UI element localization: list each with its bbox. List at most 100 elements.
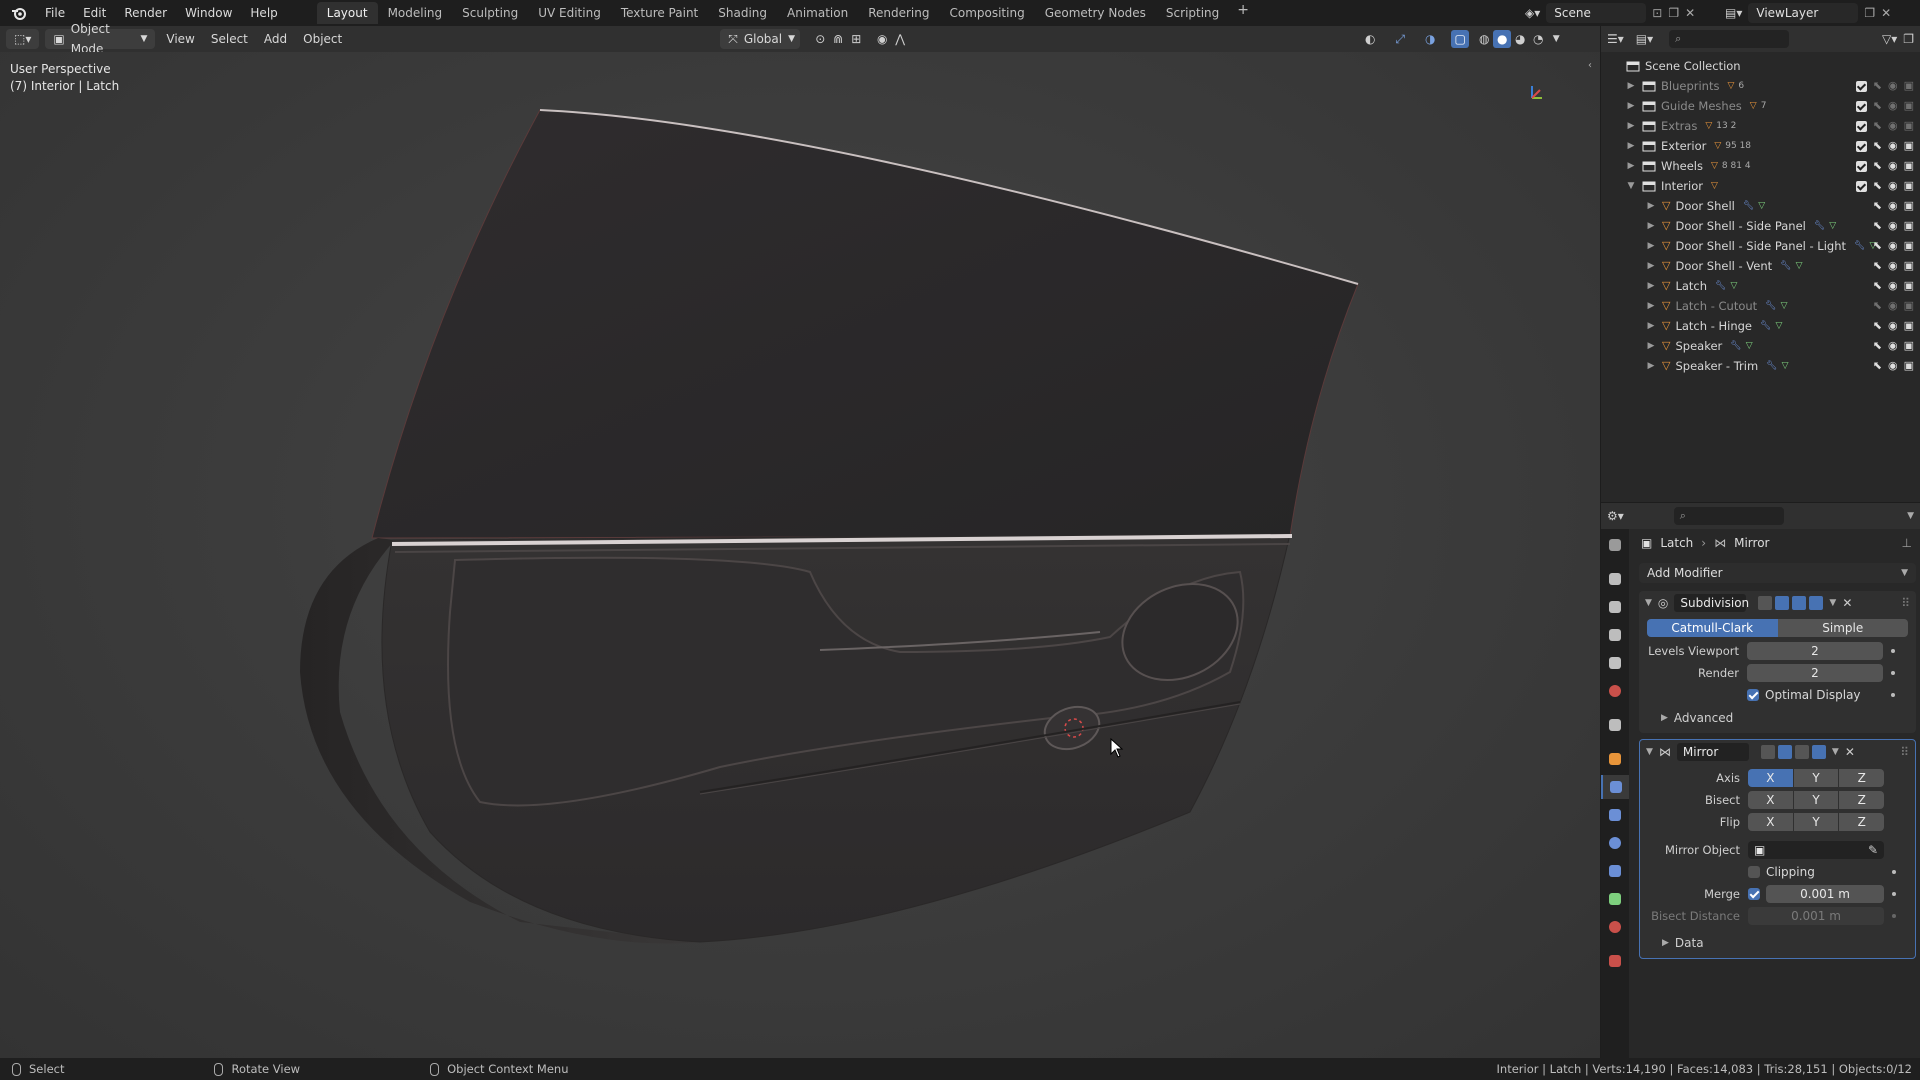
tab-layout[interactable]: Layout xyxy=(316,2,378,24)
selectable-icon[interactable]: ⬉ xyxy=(1873,176,1882,196)
shading-material-icon[interactable]: ◕ xyxy=(1511,30,1529,48)
tab-constraints-icon[interactable] xyxy=(1601,859,1629,883)
chevron-right-icon[interactable]: ▶ xyxy=(1645,256,1657,276)
chevron-right-icon[interactable]: ▶ xyxy=(1645,296,1657,316)
tab-view-layer-icon[interactable] xyxy=(1601,623,1629,647)
selectable-icon[interactable]: ⬉ xyxy=(1873,156,1882,176)
chevron-right-icon[interactable]: ▶ xyxy=(1625,96,1637,116)
chevron-down-icon[interactable]: ▼ xyxy=(1625,176,1637,196)
camera-icon[interactable]: ▣ xyxy=(1904,296,1914,316)
camera-icon[interactable]: ▣ xyxy=(1904,256,1914,276)
data-subpanel[interactable]: ▶ Data xyxy=(1640,932,1915,954)
tab-rendering[interactable]: Rendering xyxy=(858,2,939,24)
subdivision-name-field[interactable]: Subdivision xyxy=(1674,594,1749,612)
outliner-object-row[interactable]: ▶ ▽ Latch - Cutout 🔧︎ ▽ ⬉ ◉ ▣ xyxy=(1601,296,1920,316)
outliner-collection-row[interactable]: ▶ Extras ▽ 13 2 ⬉ ◉ ▣ xyxy=(1601,116,1920,136)
keyframe-dot-icon[interactable] xyxy=(1891,671,1895,675)
tab-material-icon[interactable] xyxy=(1601,915,1629,939)
filter-icon[interactable]: ▽▾ xyxy=(1882,32,1897,46)
delete-view-layer-icon[interactable]: ✕ xyxy=(1881,6,1891,20)
chevron-right-icon[interactable]: ▶ xyxy=(1645,276,1657,296)
proportional-edit-icon[interactable]: ◉ xyxy=(873,30,891,48)
camera-icon[interactable]: ▣ xyxy=(1904,216,1914,236)
keyframe-dot-icon[interactable] xyxy=(1891,693,1895,697)
new-collection-icon[interactable]: ❐ xyxy=(1903,32,1914,46)
menu-add[interactable]: Add xyxy=(256,29,295,49)
close-icon[interactable]: ✕ xyxy=(1842,596,1852,610)
sidebar-toggle-icon[interactable]: ‹ xyxy=(1588,60,1592,71)
editor-type-dropdown[interactable]: ⬚▾ xyxy=(6,29,40,49)
falloff-icon[interactable]: ⋀ xyxy=(891,30,909,48)
drag-handle-icon[interactable]: ⠿ xyxy=(1901,596,1910,610)
eye-icon[interactable]: ◉ xyxy=(1888,176,1898,196)
mode-dropdown[interactable]: ▣ Object Mode ▼ xyxy=(45,22,156,56)
exclude-checkbox[interactable] xyxy=(1855,120,1867,132)
selectable-icon[interactable]: ⬉ xyxy=(1873,296,1882,316)
camera-icon[interactable]: ▣ xyxy=(1904,116,1914,136)
collapse-chevron-icon[interactable]: ▼ xyxy=(1645,598,1652,608)
flip-x-toggle[interactable]: X xyxy=(1748,813,1793,831)
scene-name-field[interactable]: Scene xyxy=(1546,3,1647,23)
display-mode-icon[interactable]: ▤▾ xyxy=(1636,32,1653,46)
eye-icon[interactable]: ◉ xyxy=(1888,236,1898,256)
tab-output-icon[interactable] xyxy=(1601,595,1629,619)
camera-icon[interactable]: ▣ xyxy=(1904,176,1914,196)
edit-mode-icon[interactable] xyxy=(1775,596,1790,610)
gizmo-toggle-icon[interactable]: ⤢ xyxy=(1391,30,1409,48)
outliner-object-row[interactable]: ▶ ▽ Door Shell - Side Panel 🔧︎ ▽ ⬉ ◉ ▣ xyxy=(1601,216,1920,236)
outliner-object-row[interactable]: ▶ ▽ Door Shell - Side Panel - Light 🔧︎ ▽ ⬉ ◉ ▣ xyxy=(1601,236,1920,256)
exclude-checkbox[interactable] xyxy=(1855,180,1867,192)
exclude-checkbox[interactable] xyxy=(1855,140,1867,152)
bisect-y-toggle[interactable]: Y xyxy=(1793,791,1839,809)
eye-icon[interactable]: ◉ xyxy=(1888,356,1898,376)
view-layer-name-field[interactable]: ViewLayer xyxy=(1748,3,1859,23)
outliner-object-row[interactable]: ▶ ▽ Latch 🔧︎ ▽ ⬉ ◉ ▣ xyxy=(1601,276,1920,296)
merge-checkbox[interactable] xyxy=(1748,888,1760,900)
chevron-right-icon[interactable]: ▶ xyxy=(1625,136,1637,156)
tab-texture-icon[interactable] xyxy=(1601,949,1629,973)
outliner-object-row[interactable]: ▶ ▽ Door Shell - Vent 🔧︎ ▽ ⬉ ◉ ▣ xyxy=(1601,256,1920,276)
edit-mode-icon[interactable] xyxy=(1777,745,1792,759)
eye-icon[interactable]: ◉ xyxy=(1888,76,1898,96)
bisect-z-toggle[interactable]: Z xyxy=(1839,791,1885,809)
3d-viewport[interactable]: User Perspective (7) Interior | Latch ‹ xyxy=(0,52,1600,1058)
bisect-x-toggle[interactable]: X xyxy=(1748,791,1793,809)
outliner-object-row[interactable]: ▶ ▽ Door Shell 🔧︎ ▽ ⬉ ◉ ▣ xyxy=(1601,196,1920,216)
menu-select[interactable]: Select xyxy=(203,29,256,49)
eye-icon[interactable]: ◉ xyxy=(1888,216,1898,236)
camera-icon[interactable]: ▣ xyxy=(1904,336,1914,356)
tab-render-icon[interactable] xyxy=(1601,567,1629,591)
camera-icon[interactable]: ▣ xyxy=(1904,196,1914,216)
clipping-checkbox[interactable] xyxy=(1748,866,1760,878)
camera-icon[interactable]: ▣ xyxy=(1904,136,1914,156)
xray-toggle-icon[interactable]: ▢ xyxy=(1451,30,1470,48)
exclude-checkbox[interactable] xyxy=(1855,80,1867,92)
render-levels-field[interactable]: 2 xyxy=(1747,664,1883,682)
outliner-collection-row[interactable]: ▶ Guide Meshes ▽ 7 ⬉ ◉ ▣ xyxy=(1601,96,1920,116)
exclude-checkbox[interactable] xyxy=(1855,160,1867,172)
selectable-icon[interactable]: ⬉ xyxy=(1873,76,1882,96)
chevron-right-icon[interactable]: ▶ xyxy=(1645,336,1657,356)
tab-texture-paint[interactable]: Texture Paint xyxy=(611,2,708,24)
selectable-icon[interactable]: ⬉ xyxy=(1873,256,1882,276)
keyframe-dot-icon[interactable] xyxy=(1892,914,1896,918)
door-panel-mesh[interactable] xyxy=(0,52,1600,1058)
eye-icon[interactable]: ◉ xyxy=(1888,296,1898,316)
outliner-object-row[interactable]: ▶ ▽ Speaker 🔧︎ ▽ ⬉ ◉ ▣ xyxy=(1601,336,1920,356)
add-modifier-button[interactable]: Add Modifier ▼ xyxy=(1639,563,1916,583)
eye-icon[interactable]: ◉ xyxy=(1888,196,1898,216)
selectable-icon[interactable]: ⬉ xyxy=(1873,276,1882,296)
selectable-icon[interactable]: ⬉ xyxy=(1873,236,1882,256)
advanced-subpanel[interactable]: ▶ Advanced xyxy=(1639,707,1916,729)
shading-wireframe-icon[interactable]: ◍ xyxy=(1475,30,1493,48)
axis-z-toggle[interactable]: Z xyxy=(1839,769,1885,787)
simple-button[interactable]: Simple xyxy=(1777,619,1908,637)
menu-help[interactable]: Help xyxy=(241,2,286,24)
tab-collection-icon[interactable] xyxy=(1601,713,1629,737)
menu-file[interactable]: File xyxy=(36,2,74,24)
outliner-search-input[interactable]: ⌕ xyxy=(1669,30,1790,48)
outliner-editor-icon[interactable]: ☰▾ xyxy=(1607,32,1624,46)
tab-tool-icon[interactable] xyxy=(1601,533,1629,557)
options-chevron-icon[interactable]: ▼ xyxy=(1907,511,1914,521)
shading-solid-icon[interactable]: ● xyxy=(1493,30,1512,48)
